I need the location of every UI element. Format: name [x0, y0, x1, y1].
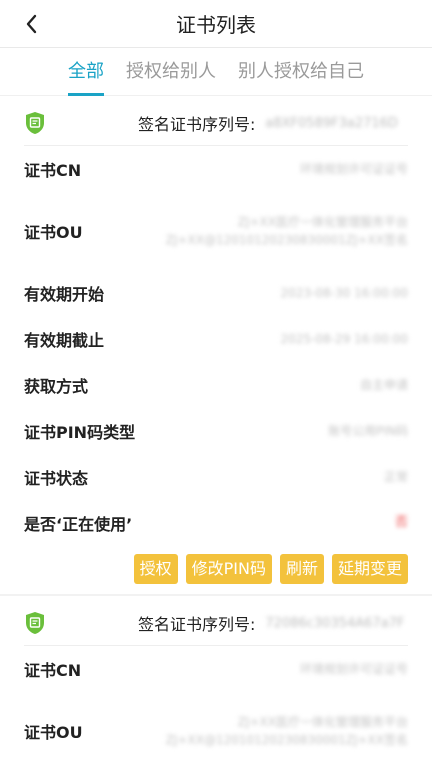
row-value: 2023-08-30 16:00:00 — [280, 286, 408, 300]
info-row-acquire-method: 获取方式 自主申请 — [0, 362, 432, 408]
row-label: 证书CN — [24, 661, 82, 680]
row-value: ZJ+XX医疗一体化管理服务平台ZJ+XX@12010120230830001Z… — [165, 715, 408, 747]
info-row-ou: 证书OU ZJ+XX医疗一体化管理服务平台ZJ+XX@1201012023083… — [0, 192, 432, 270]
row-label: 有效期开始 — [24, 285, 105, 304]
row-value: 2025-08-29 16:00:00 — [280, 332, 408, 346]
page-title: 证书列表 — [176, 13, 256, 37]
card-header: 签名证书序列号: 72086c30354A67a7F — [0, 601, 432, 645]
info-row-status: 证书状态 正常 — [0, 454, 432, 500]
row-label: 是否‘正在使用’ — [24, 515, 133, 534]
certificate-shield-icon — [24, 611, 46, 635]
serial-value: a8XF0589F3a2716D — [265, 115, 398, 131]
tab-authorized-to-others[interactable]: 授权给别人 — [126, 48, 216, 96]
info-row-in-use: 是否‘正在使用’ 否 — [0, 500, 432, 546]
serial-number: 签名证书序列号: 72086c30354A67a7F — [138, 601, 410, 645]
certificate-card: 签名证书序列号: 72086c30354A67a7F 证书CN 环境规划许可证证… — [0, 601, 432, 768]
tab-all[interactable]: 全部 — [68, 48, 104, 96]
authorize-button[interactable]: 授权 — [133, 554, 178, 584]
certificate-card: 签名证书序列号: a8XF0589F3a2716D 证书CN 环境规划许可证证号… — [0, 101, 432, 594]
row-value: 正常 — [383, 470, 408, 484]
row-label: 证书OU — [24, 723, 83, 742]
info-row-valid-to: 有效期截止 2025-08-29 16:00:00 — [0, 316, 432, 362]
refresh-button[interactable]: 刷新 — [279, 554, 324, 584]
info-row-pin-type: 证书PIN码类型 账号公用PIN码 — [0, 408, 432, 454]
top-nav-bar: 证书列表 — [0, 0, 432, 48]
tab-bar: 全部 授权给别人 别人授权给自己 — [0, 48, 432, 96]
serial-label: 签名证书序列号: — [138, 615, 256, 634]
row-label: 证书CN — [24, 161, 82, 180]
info-row-cn: 证书CN 环境规划许可证证号 — [0, 146, 432, 192]
row-value: 自主申请 — [359, 378, 408, 392]
info-row-ou: 证书OU ZJ+XX医疗一体化管理服务平台ZJ+XX@1201012023083… — [0, 692, 432, 768]
row-value: 环境规划许可证证号 — [299, 662, 408, 676]
serial-label: 签名证书序列号: — [138, 115, 256, 134]
row-value: ZJ+XX医疗一体化管理服务平台ZJ+XX@12010120230830001Z… — [165, 215, 408, 247]
row-label: 证书PIN码类型 — [24, 423, 136, 442]
row-label: 获取方式 — [24, 377, 89, 396]
info-row-cn: 证书CN 环境规划许可证证号 — [0, 646, 432, 692]
extend-change-button[interactable]: 延期变更 — [331, 554, 408, 584]
card-header: 签名证书序列号: a8XF0589F3a2716D — [0, 101, 432, 145]
row-value: 环境规划许可证证号 — [299, 162, 408, 176]
serial-number: 签名证书序列号: a8XF0589F3a2716D — [138, 101, 410, 145]
row-label: 证书状态 — [24, 469, 89, 488]
row-label: 有效期截止 — [24, 331, 105, 350]
row-value: 否 — [394, 515, 408, 530]
serial-value: 72086c30354A67a7F — [265, 615, 405, 631]
back-arrow-icon[interactable] — [20, 12, 44, 36]
card-separator — [0, 594, 432, 596]
certificate-shield-icon — [24, 111, 46, 135]
change-pin-button[interactable]: 修改PIN码 — [185, 554, 272, 584]
row-value: 账号公用PIN码 — [328, 424, 408, 438]
info-row-valid-from: 有效期开始 2023-08-30 16:00:00 — [0, 270, 432, 316]
card-actions: 授权 修改PIN码 刷新 延期变更 — [0, 546, 432, 594]
tab-authorized-by-others[interactable]: 别人授权给自己 — [238, 48, 364, 96]
row-label: 证书OU — [24, 223, 83, 242]
